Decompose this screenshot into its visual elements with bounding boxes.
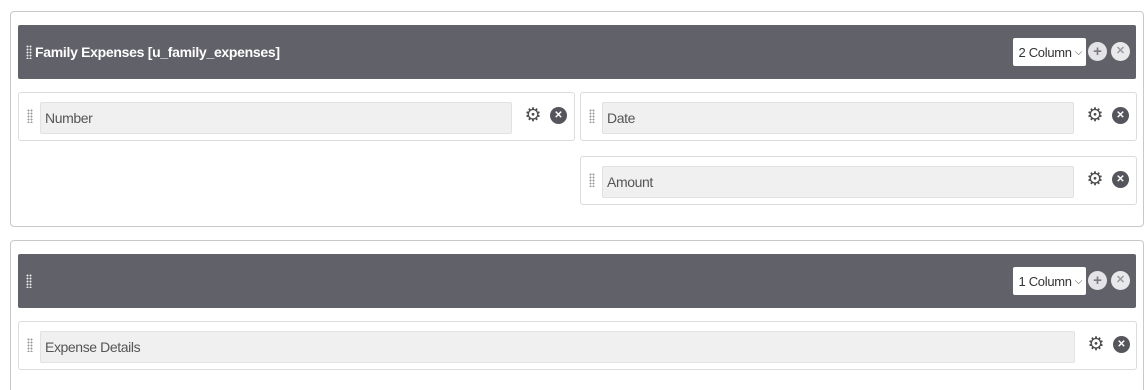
form-section-untitled: 1 Column ⌵ + ✕ Expense Details ⚙ ✕: [10, 240, 1144, 390]
field-amount[interactable]: Amount ⚙ ✕: [580, 156, 1137, 205]
add-section-button[interactable]: +: [1088, 271, 1107, 290]
form-section-family-expenses: Family Expenses [u_family_expenses] 2 Co…: [10, 11, 1144, 227]
column-layout-select[interactable]: 2 Column ⌵: [1013, 38, 1086, 66]
field-label-box: Date: [602, 102, 1074, 134]
plus-icon: +: [1093, 43, 1102, 60]
section-header[interactable]: 1 Column ⌵ + ✕: [18, 254, 1136, 308]
remove-field-button[interactable]: ✕: [1113, 336, 1130, 353]
remove-section-button[interactable]: ✕: [1111, 271, 1130, 290]
plus-icon: +: [1093, 272, 1102, 289]
field-label: Date: [607, 110, 635, 126]
gear-icon[interactable]: ⚙: [1085, 170, 1105, 190]
remove-field-button[interactable]: ✕: [1112, 171, 1129, 188]
field-label-box: Amount: [602, 166, 1074, 198]
chevron-down-icon: ⌵: [1074, 275, 1083, 287]
field-label-box: Number: [40, 102, 512, 134]
field-number[interactable]: Number ⚙ ✕: [18, 92, 575, 141]
field-label-box: Expense Details: [40, 331, 1075, 363]
column-layout-select[interactable]: 1 Column ⌵: [1013, 267, 1086, 295]
drag-handle-icon[interactable]: [26, 274, 32, 288]
gear-icon[interactable]: ⚙: [523, 106, 543, 126]
column-layout-value: 2 Column: [1018, 44, 1072, 60]
drag-handle-icon[interactable]: [589, 173, 595, 187]
field-date[interactable]: Date ⚙ ✕: [580, 92, 1137, 141]
remove-field-button[interactable]: ✕: [1112, 107, 1129, 124]
gear-icon[interactable]: ⚙: [1086, 335, 1106, 355]
section-header[interactable]: Family Expenses [u_family_expenses] 2 Co…: [18, 25, 1136, 79]
close-icon: ✕: [1115, 45, 1126, 57]
add-section-button[interactable]: +: [1088, 42, 1107, 61]
section-title: Family Expenses [u_family_expenses]: [35, 44, 280, 60]
column-layout-value: 1 Column: [1018, 273, 1072, 289]
drag-handle-icon[interactable]: [27, 338, 33, 352]
field-label: Amount: [607, 174, 653, 190]
drag-handle-icon[interactable]: [589, 109, 595, 123]
gear-icon[interactable]: ⚙: [1085, 106, 1105, 126]
chevron-down-icon: ⌵: [1074, 46, 1083, 58]
drag-handle-icon[interactable]: [27, 109, 33, 123]
field-label: Expense Details: [45, 339, 141, 355]
field-label: Number: [45, 110, 93, 126]
close-icon: ✕: [1115, 274, 1126, 286]
field-expense-details[interactable]: Expense Details ⚙ ✕: [18, 321, 1137, 370]
drag-handle-icon[interactable]: [26, 45, 32, 59]
remove-field-button[interactable]: ✕: [550, 107, 567, 124]
remove-section-button[interactable]: ✕: [1111, 42, 1130, 61]
